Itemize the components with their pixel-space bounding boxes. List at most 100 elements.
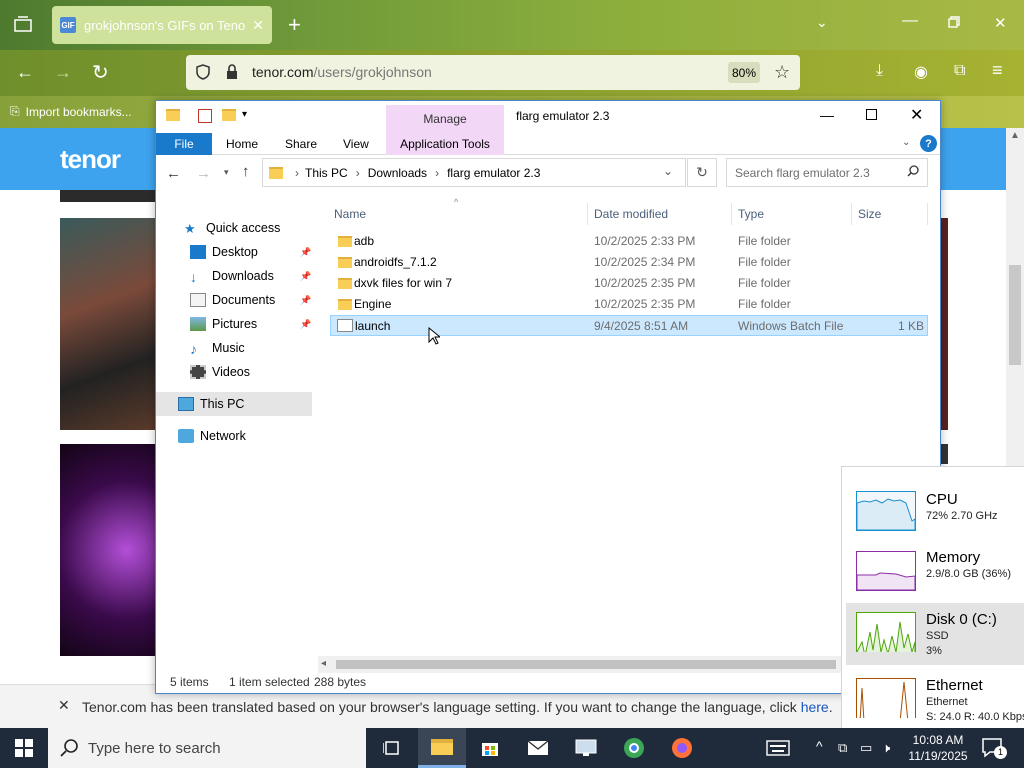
firefox-taskbar-icon[interactable]	[658, 728, 706, 768]
file-row[interactable]: dxvk files for win 7 10/2/2025 2:35 PM F…	[330, 273, 928, 294]
forward-icon[interactable]: →	[54, 62, 72, 83]
taskbar-search-input[interactable]: Type here to search	[48, 728, 366, 768]
bookmark-star-icon[interactable]: ☆	[774, 62, 790, 83]
nav-item-downloads[interactable]: ↓ Downloads 📌	[156, 264, 316, 288]
gif-thumbnail[interactable]	[60, 190, 155, 202]
nav-item-videos[interactable]: Videos	[156, 360, 316, 384]
device-icon[interactable]: ⧉	[838, 740, 847, 756]
show-hidden-icons-chevron-icon[interactable]: ^	[816, 738, 823, 754]
gif-thumbnail[interactable]	[940, 218, 948, 430]
column-type[interactable]: Type	[734, 203, 852, 225]
forward-icon[interactable]: →	[196, 165, 211, 182]
back-icon[interactable]: ←	[166, 165, 181, 182]
list-tabs-chevron-icon[interactable]: ⌄	[816, 14, 828, 31]
notice-end: .	[828, 698, 833, 715]
clock[interactable]: 10:08 AM 11/19/2025	[900, 732, 976, 764]
keyboard-taskbar-icon[interactable]	[754, 728, 802, 768]
store-taskbar-icon[interactable]	[466, 728, 514, 768]
refresh-icon[interactable]: ↻	[687, 158, 717, 187]
gif-thumbnail[interactable]	[940, 444, 948, 464]
nav-item-pictures[interactable]: Pictures 📌	[156, 312, 316, 336]
perf-item-disk[interactable]: Disk 0 (C:) SSD 3%	[846, 603, 1024, 665]
file-row[interactable]: androidfs_7.1.2 10/2/2025 2:34 PM File f…	[330, 252, 928, 273]
tab-list-icon[interactable]	[14, 16, 32, 32]
lock-icon[interactable]	[226, 64, 238, 80]
reload-icon[interactable]: ↻	[92, 60, 109, 85]
extensions-icon[interactable]: ⧉	[954, 62, 965, 80]
close-notice-icon[interactable]: ✕	[58, 697, 70, 714]
downloads-icon[interactable]: ⤓	[876, 62, 883, 80]
account-icon[interactable]: ◉	[914, 62, 928, 82]
gif-thumbnail[interactable]	[60, 444, 155, 656]
ethernet-graph	[856, 678, 916, 718]
nav-item-this-pc[interactable]: This PC	[156, 392, 312, 416]
expand-ribbon-icon[interactable]: ⌄	[902, 137, 910, 148]
close-icon[interactable]: ✕	[910, 105, 923, 125]
chrome-taskbar-icon[interactable]	[610, 728, 658, 768]
close-window-icon[interactable]: ✕	[994, 14, 1007, 32]
file-explorer-taskbar-icon[interactable]	[418, 728, 466, 768]
perf-item-memory[interactable]: Memory 2.9/8.0 GB (36%)	[846, 539, 1024, 601]
file-row[interactable]: adb 10/2/2025 2:33 PM File folder	[330, 231, 928, 252]
minimize-icon[interactable]: —	[902, 12, 918, 30]
help-icon[interactable]: ?	[920, 135, 937, 152]
breadcrumb-downloads[interactable]: Downloads	[368, 166, 427, 180]
task-view-icon[interactable]	[368, 728, 416, 768]
start-button[interactable]	[0, 728, 48, 768]
horizontal-scrollbar-thumb[interactable]	[336, 660, 836, 669]
scroll-up-icon[interactable]: ▲	[1010, 130, 1020, 141]
notice-link[interactable]: here	[801, 699, 829, 715]
nav-item-network[interactable]: Network	[156, 424, 316, 448]
mail-taskbar-icon[interactable]	[514, 728, 562, 768]
breadcrumb-current[interactable]: flarg emulator 2.3	[447, 166, 540, 180]
column-size[interactable]: Size	[854, 203, 928, 225]
file-row-selected[interactable]: launch 9/4/2025 8:51 AM Windows Batch Fi…	[330, 315, 928, 336]
file-row[interactable]: Engine 10/2/2025 2:35 PM File folder	[330, 294, 928, 315]
import-bookmarks-link[interactable]: ⎘ Import bookmarks...	[10, 104, 132, 119]
ribbon-tabs: File Home Share View Application Tools ⌄…	[156, 133, 940, 155]
page-scrollbar-thumb[interactable]	[1009, 265, 1021, 365]
perf-item-cpu[interactable]: CPU 72% 2.70 GHz	[846, 475, 1024, 537]
quick-access-dropdown-icon[interactable]: ▾	[242, 109, 247, 120]
nav-item-documents[interactable]: Documents 📌	[156, 288, 316, 312]
gif-thumbnail[interactable]	[60, 218, 155, 430]
network-icon[interactable]: ▭	[860, 740, 872, 756]
new-folder-icon[interactable]	[222, 109, 236, 121]
nav-item-music[interactable]: ♪ Music	[156, 336, 316, 360]
tab-share[interactable]: Share	[285, 133, 317, 155]
file-explorer-window: ▾ Manage flarg emulator 2.3 — ✕ File Hom…	[155, 100, 941, 694]
menu-icon[interactable]: ≡	[992, 60, 1003, 81]
search-input[interactable]: Search flarg emulator 2.3	[726, 158, 928, 187]
address-dropdown-icon[interactable]: ⌄	[663, 164, 673, 178]
zoom-level[interactable]: 80%	[728, 62, 760, 83]
properties-icon[interactable]	[198, 109, 212, 123]
tab-application-tools[interactable]: Application Tools	[386, 133, 504, 155]
scroll-left-icon[interactable]: ◂	[321, 658, 326, 669]
recent-locations-icon[interactable]: ▾	[224, 167, 229, 178]
browser-tab-active[interactable]: GIF grokjohnson's GIFs on Tenor ✕	[52, 6, 272, 44]
url-text[interactable]: tenor.com/users/grokjohnson	[252, 64, 432, 80]
maximize-icon[interactable]	[866, 109, 877, 120]
tab-file[interactable]: File	[156, 133, 212, 155]
volume-muted-icon[interactable]: 🕨	[882, 740, 890, 756]
tenor-logo[interactable]: tenor	[60, 144, 121, 175]
shield-icon[interactable]	[196, 64, 210, 80]
clock-time: 10:08 AM	[912, 733, 964, 747]
back-icon[interactable]: ←	[16, 62, 34, 83]
perf-item-ethernet[interactable]: Ethernet Ethernet S: 24.0 R: 40.0 Kbps	[846, 669, 1024, 731]
restore-icon[interactable]	[948, 16, 960, 28]
close-tab-icon[interactable]: ✕	[252, 17, 264, 34]
minimize-icon[interactable]: —	[820, 107, 834, 123]
new-tab-icon[interactable]: +	[288, 12, 301, 38]
nav-item-desktop[interactable]: Desktop 📌	[156, 240, 316, 264]
up-icon[interactable]: ↑	[242, 163, 250, 180]
remote-desktop-taskbar-icon[interactable]	[562, 728, 610, 768]
tab-view[interactable]: View	[343, 133, 369, 155]
breadcrumb-this-pc[interactable]: This PC	[305, 166, 348, 180]
tab-home[interactable]: Home	[226, 133, 258, 155]
column-date-modified[interactable]: Date modified	[590, 203, 732, 225]
nav-item-quick-access[interactable]: ★ Quick access	[156, 216, 316, 240]
address-bar[interactable]: › This PC › Downloads › flarg emulator 2…	[262, 158, 686, 187]
notification-center-icon[interactable]: 1	[982, 738, 1007, 759]
column-name[interactable]: Name	[330, 203, 588, 225]
